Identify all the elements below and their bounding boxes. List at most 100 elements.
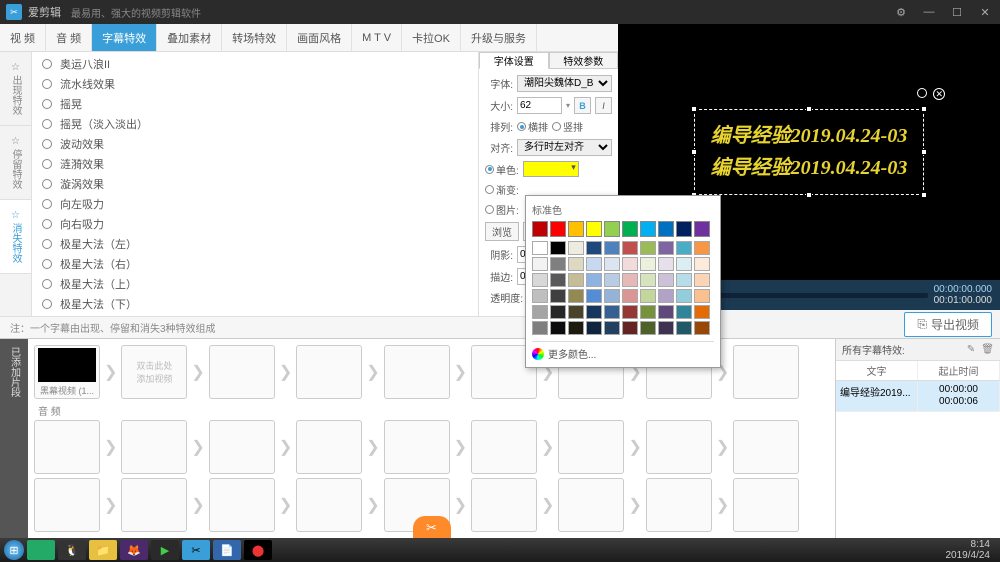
color-swatch[interactable] bbox=[658, 241, 674, 255]
clip-slot[interactable]: 双击此处 添加视频 bbox=[121, 345, 187, 399]
color-swatch[interactable] bbox=[676, 321, 692, 335]
clip-slot[interactable] bbox=[733, 345, 799, 399]
color-swatch[interactable] bbox=[604, 273, 620, 287]
clip-slot[interactable] bbox=[558, 420, 624, 474]
fx-item[interactable]: 流水线效果 bbox=[32, 74, 478, 94]
color-swatch[interactable] bbox=[532, 221, 548, 237]
transition-slot[interactable]: ❯ bbox=[541, 437, 554, 457]
fx-item[interactable]: 奥运八浪II bbox=[32, 54, 478, 74]
color-swatch[interactable] bbox=[550, 241, 566, 255]
color-swatch[interactable] bbox=[640, 321, 656, 335]
color-gradient-radio[interactable]: 渐变: bbox=[485, 182, 519, 197]
fx-item[interactable]: 极星大法（下） bbox=[32, 294, 478, 314]
color-swatch[interactable] bbox=[622, 273, 638, 287]
clip-slot[interactable] bbox=[733, 478, 799, 532]
system-tray[interactable]: 8:14 2019/4/24 bbox=[946, 539, 997, 561]
color-swatch[interactable] bbox=[694, 289, 710, 303]
main-tab-6[interactable]: M T V bbox=[352, 24, 402, 51]
color-swatch[interactable] bbox=[694, 273, 710, 287]
color-swatch[interactable] bbox=[694, 257, 710, 271]
clip-slot[interactable] bbox=[209, 345, 275, 399]
transition-slot[interactable]: ❯ bbox=[191, 495, 204, 515]
fx-item[interactable]: 漩涡效果 bbox=[32, 174, 478, 194]
color-swatch[interactable] bbox=[586, 305, 602, 319]
color-swatch[interactable] bbox=[532, 273, 548, 287]
clip-slot[interactable] bbox=[209, 478, 275, 532]
color-swatch[interactable] bbox=[568, 273, 584, 287]
color-swatch[interactable] bbox=[586, 241, 602, 255]
color-swatch[interactable] bbox=[586, 321, 602, 335]
align-select[interactable]: 多行时左对齐 bbox=[517, 139, 612, 156]
more-colors-button[interactable]: 更多颜色... bbox=[532, 341, 714, 361]
orient-vertical-radio[interactable]: 竖排 bbox=[552, 119, 583, 134]
export-button[interactable]: ⎘ 导出视频 bbox=[904, 312, 992, 337]
transition-slot[interactable]: ❯ bbox=[104, 362, 117, 382]
color-swatch[interactable] bbox=[694, 321, 710, 335]
transition-slot[interactable]: ❯ bbox=[191, 437, 204, 457]
edit-icon[interactable]: ✎ bbox=[967, 344, 975, 355]
seek-bar[interactable] bbox=[698, 293, 928, 298]
browse-button[interactable]: 浏览 bbox=[485, 222, 519, 241]
main-tab-2[interactable]: 字幕特效 bbox=[92, 24, 157, 51]
color-image-radio[interactable]: 图片: bbox=[485, 202, 519, 217]
main-tab-0[interactable]: 视 频 bbox=[0, 24, 46, 51]
clip-slot[interactable] bbox=[471, 478, 537, 532]
color-swatch[interactable] bbox=[586, 221, 602, 237]
color-single-radio[interactable]: 单色: bbox=[485, 162, 519, 177]
main-tab-4[interactable]: 转场特效 bbox=[222, 24, 287, 51]
main-tab-1[interactable]: 音 频 bbox=[46, 24, 92, 51]
clip-slot[interactable] bbox=[471, 420, 537, 474]
color-swatch[interactable] bbox=[640, 257, 656, 271]
color-swatch[interactable] bbox=[676, 305, 692, 319]
clip-slot[interactable] bbox=[646, 420, 712, 474]
transition-slot[interactable]: ❯ bbox=[454, 495, 467, 515]
color-swatch[interactable] bbox=[532, 305, 548, 319]
minimize-icon[interactable]: — bbox=[920, 6, 938, 19]
color-swatch[interactable] bbox=[604, 321, 620, 335]
fx-item[interactable]: 摇晃（淡入淡出） bbox=[32, 114, 478, 134]
color-swatch[interactable] bbox=[550, 289, 566, 303]
transition-slot[interactable]: ❯ bbox=[104, 495, 117, 515]
task-app-6[interactable]: ✂ bbox=[182, 540, 210, 560]
fx-item[interactable]: 涟漪效果 bbox=[32, 154, 478, 174]
clip-slot[interactable] bbox=[296, 478, 362, 532]
clip-slot[interactable] bbox=[296, 420, 362, 474]
color-swatch[interactable] bbox=[694, 221, 710, 237]
color-swatch[interactable] bbox=[658, 305, 674, 319]
color-swatch[interactable] bbox=[640, 221, 656, 237]
main-tab-7[interactable]: 卡拉OK bbox=[402, 24, 461, 51]
start-button[interactable]: ⊞ bbox=[4, 540, 24, 560]
color-swatch[interactable] bbox=[658, 273, 674, 287]
color-swatch[interactable] bbox=[586, 257, 602, 271]
main-tab-3[interactable]: 叠加素材 bbox=[157, 24, 222, 51]
rotate-handle[interactable] bbox=[917, 88, 927, 98]
fx-item[interactable]: 向左吸力 bbox=[32, 194, 478, 214]
transition-slot[interactable]: ❯ bbox=[716, 437, 729, 457]
color-swatch[interactable] bbox=[604, 241, 620, 255]
fx-panel-row[interactable]: 编导经验2019... 00:00:00 00:00:06 bbox=[836, 381, 1000, 412]
fx-list[interactable]: 奥运八浪II流水线效果摇晃摇晃（淡入淡出）波动效果涟漪效果漩涡效果向左吸力向右吸… bbox=[32, 52, 478, 316]
transition-slot[interactable]: ❯ bbox=[366, 495, 379, 515]
size-input[interactable] bbox=[517, 97, 562, 114]
color-swatch[interactable] bbox=[568, 289, 584, 303]
color-swatch[interactable] bbox=[694, 305, 710, 319]
task-app-7[interactable]: 📄 bbox=[213, 540, 241, 560]
clip-slot[interactable] bbox=[384, 345, 450, 399]
color-swatch-button[interactable] bbox=[523, 161, 579, 177]
clip-slot[interactable] bbox=[34, 478, 100, 532]
fx-side-2[interactable]: ☆消失特效 bbox=[0, 200, 31, 274]
color-swatch[interactable] bbox=[640, 273, 656, 287]
color-swatch[interactable] bbox=[586, 289, 602, 303]
transition-slot[interactable]: ❯ bbox=[366, 437, 379, 457]
color-swatch[interactable] bbox=[568, 257, 584, 271]
clip-slot[interactable] bbox=[646, 478, 712, 532]
transition-slot[interactable]: ❯ bbox=[104, 437, 117, 457]
transition-slot[interactable]: ❯ bbox=[628, 495, 641, 515]
clip-slot[interactable] bbox=[209, 420, 275, 474]
size-dropdown-icon[interactable]: ▾ bbox=[566, 101, 570, 110]
transition-slot[interactable]: ❯ bbox=[454, 437, 467, 457]
color-swatch[interactable] bbox=[550, 221, 566, 237]
color-swatch[interactable] bbox=[532, 289, 548, 303]
fx-item[interactable]: 向右吸力 bbox=[32, 214, 478, 234]
color-swatch[interactable] bbox=[694, 241, 710, 255]
